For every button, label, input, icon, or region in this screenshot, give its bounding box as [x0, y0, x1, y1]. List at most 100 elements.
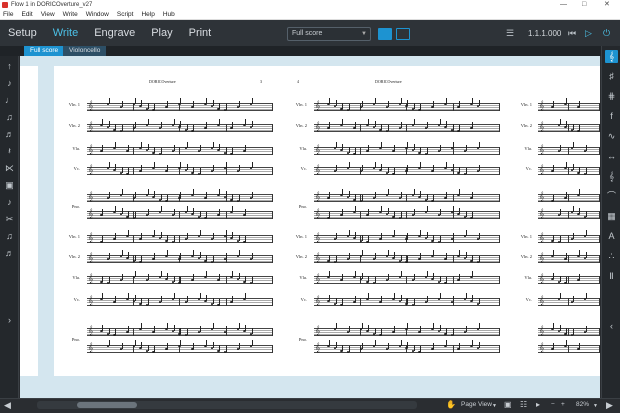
galley-view-button[interactable]	[378, 28, 392, 40]
chord-icon[interactable]: ♬	[3, 128, 16, 141]
eighth-note-icon[interactable]: ♪	[3, 77, 16, 90]
page-view-button[interactable]	[396, 28, 410, 40]
repeat-icon[interactable]: 𝄞	[605, 170, 618, 183]
articulation-icon[interactable]: ↔	[605, 150, 618, 163]
rewind-icon[interactable]: ⏮	[568, 28, 576, 39]
sidebar-toggle-icon[interactable]: ◀	[4, 400, 11, 411]
note-stem	[553, 250, 554, 256]
instrument-label-vln2: Vln. 2	[68, 123, 80, 128]
instrument-label-vc: Vc.	[525, 166, 532, 171]
clef-glyph: 𝄞	[88, 274, 94, 284]
collapse-left-panel-icon[interactable]: ›	[3, 314, 16, 327]
glissando-icon[interactable]: ▦	[605, 210, 618, 223]
spread-icon[interactable]: ▣	[504, 400, 512, 409]
lock-icon[interactable]: ▣	[3, 179, 16, 192]
note-stem	[232, 148, 233, 155]
note-stem	[407, 341, 408, 348]
fingering-icon[interactable]: Ⅱ	[605, 270, 618, 283]
mode-print[interactable]: Print	[189, 20, 212, 46]
clef-icon[interactable]: 𝄞	[605, 50, 618, 63]
score-canvas[interactable]: DORICOverture 3 Vln. 1 Vln. 2 Vla. Vc. P…	[20, 56, 600, 398]
note-stem	[251, 162, 253, 168]
menu-edit[interactable]: Edit	[21, 11, 32, 18]
barline	[179, 147, 180, 155]
dotted-note-icon[interactable]: ♩	[3, 94, 16, 107]
tuplet-icon[interactable]: ♫	[3, 230, 16, 243]
note-stem	[355, 206, 356, 212]
key-sig-icon[interactable]: ♯	[605, 70, 618, 83]
zoom-out-icon[interactable]: −	[551, 401, 555, 408]
power-icon[interactable]: ⏻	[603, 28, 610, 39]
mixer-icon[interactable]: ☰	[506, 28, 514, 39]
view-mode-select[interactable]: Page View	[461, 401, 492, 408]
play-icon[interactable]: ▷	[585, 28, 592, 39]
note-stem	[446, 162, 447, 168]
tab-violoncello[interactable]: Violoncello	[63, 46, 107, 56]
lyrics-icon[interactable]: ∴	[605, 250, 618, 263]
menu-window[interactable]: Window	[86, 11, 109, 18]
zoom-in-icon[interactable]: +	[561, 401, 565, 408]
grace-note-icon[interactable]: ♪	[3, 196, 16, 209]
note-stem	[147, 299, 149, 306]
tab-full-score[interactable]: Full score	[24, 46, 65, 56]
note-stem	[160, 193, 162, 200]
note-stem	[374, 120, 376, 127]
menu-hub[interactable]: Hub	[163, 11, 175, 18]
hand-icon[interactable]: ✋	[446, 400, 456, 409]
horizontal-scrollbar[interactable]	[37, 401, 417, 409]
playhead-icon[interactable]: ▸	[536, 400, 540, 409]
note-stem	[413, 119, 415, 125]
note-stem	[141, 256, 142, 263]
ornaments-icon[interactable]: ∿	[605, 130, 618, 143]
collapse-right-panel-icon[interactable]: ‹	[605, 320, 618, 333]
page-number: 3	[260, 79, 262, 84]
columns-icon[interactable]: ☷	[520, 400, 527, 409]
note-stem	[238, 250, 240, 256]
time-sig-icon[interactable]: ⋕	[605, 90, 618, 103]
note-stem	[335, 297, 337, 304]
note-stem	[381, 206, 382, 212]
minimize-button[interactable]: —	[560, 0, 567, 9]
maximize-button[interactable]: □	[582, 0, 586, 9]
sidebar-toggle-right-icon[interactable]: ▶	[606, 400, 613, 411]
mode-play[interactable]: Play	[151, 20, 172, 46]
note-stem	[439, 324, 441, 331]
mode-setup[interactable]: Setup	[8, 20, 37, 46]
page-title: DORICOverture	[149, 79, 176, 84]
slash-icon[interactable]: ⋉	[3, 162, 16, 175]
note-stem	[212, 297, 214, 304]
mode-write[interactable]: Write	[53, 20, 78, 46]
close-button[interactable]: ✕	[604, 0, 610, 9]
note-stem	[102, 293, 103, 299]
menu-file[interactable]: File	[3, 11, 13, 18]
barline	[452, 345, 454, 353]
note-stem	[225, 253, 227, 260]
scrollbar-thumb[interactable]	[77, 402, 137, 408]
note-stem	[173, 275, 175, 282]
scissors-icon[interactable]: ✂	[3, 213, 16, 226]
arc-icon[interactable]: ⌒	[605, 190, 618, 203]
note-stem	[128, 230, 129, 236]
select-icon[interactable]: ↑	[3, 60, 16, 73]
note-stem	[102, 119, 103, 125]
note-stem	[459, 207, 460, 214]
mode-engrave[interactable]: Engrave	[94, 20, 135, 46]
menu-script[interactable]: Script	[117, 11, 134, 18]
note-stem	[238, 165, 240, 172]
triplet-icon[interactable]: ♬	[3, 247, 16, 260]
note-stem	[335, 233, 337, 240]
note-stem	[559, 145, 561, 152]
menu-help[interactable]: Help	[141, 11, 154, 18]
dynamics-icon[interactable]: f	[605, 110, 618, 123]
text-icon[interactable]: A	[605, 230, 618, 243]
note-stem	[335, 341, 337, 348]
tie-icon[interactable]: ♫	[3, 111, 16, 124]
note-stem	[472, 122, 473, 129]
layout-select[interactable]: Full score ▼	[287, 27, 371, 41]
menu-write[interactable]: Write	[63, 11, 78, 18]
rest-icon[interactable]: 𝄽	[3, 145, 16, 158]
note-stem	[374, 192, 376, 199]
note-stem	[355, 231, 356, 238]
menu-view[interactable]: View	[41, 11, 55, 18]
note-stem	[147, 189, 149, 195]
